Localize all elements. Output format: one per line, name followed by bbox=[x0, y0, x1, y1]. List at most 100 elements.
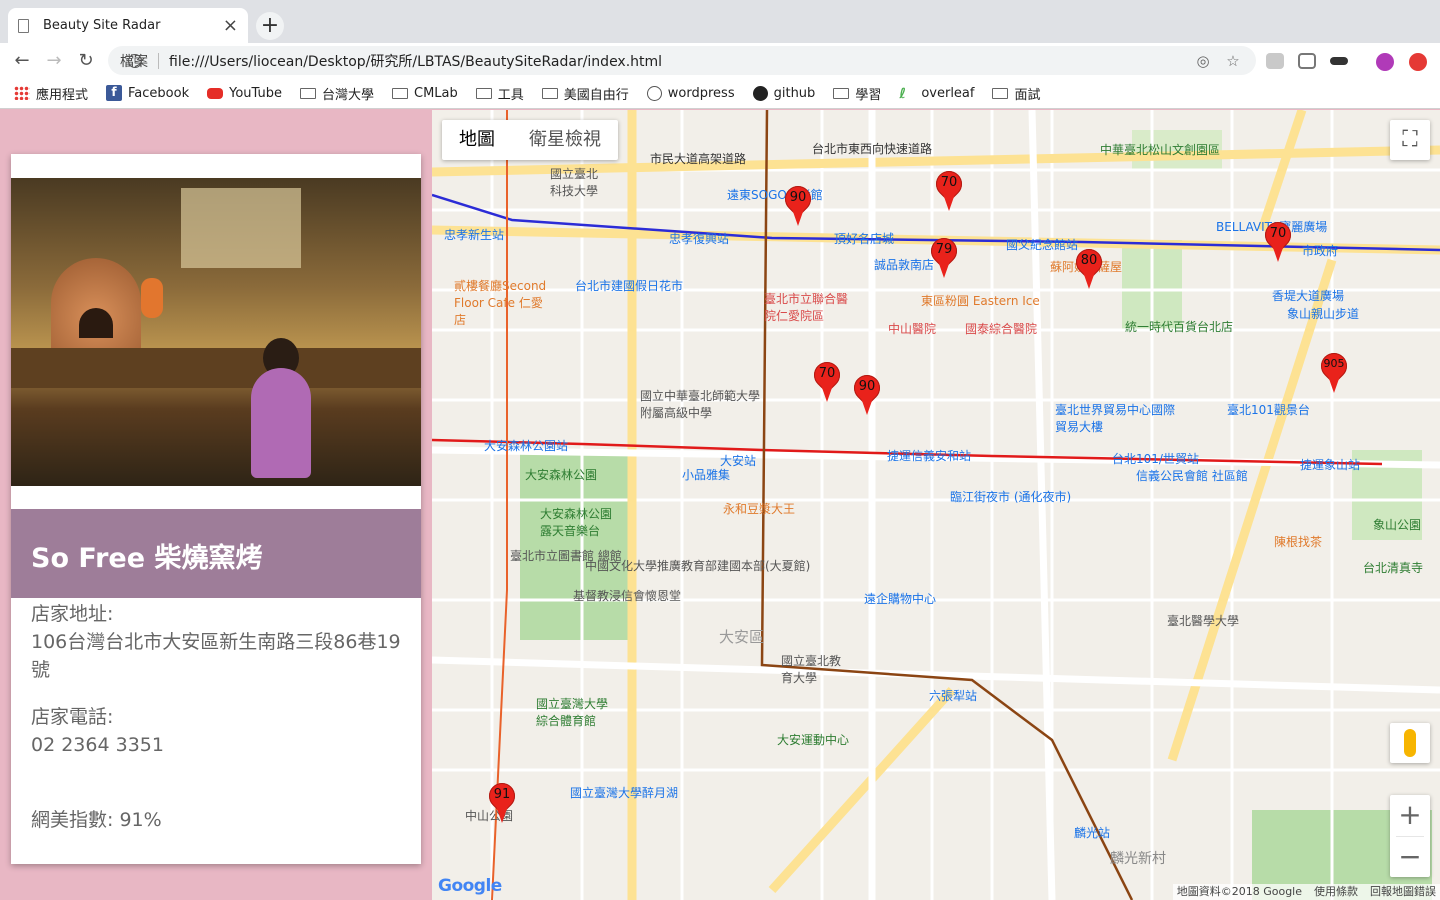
shop-photo bbox=[11, 178, 421, 486]
reload-button[interactable]: ↻ bbox=[70, 50, 102, 71]
map-label-station: 國父紀念館站 bbox=[1006, 238, 1079, 252]
map-label-place: 中華臺北松山文創園區 bbox=[1100, 143, 1221, 157]
facebook-icon: f bbox=[106, 85, 123, 101]
beauty-marker[interactable]: 90 bbox=[779, 180, 817, 226]
map-label-place: 永和豆漿大王 bbox=[723, 502, 796, 516]
address-bar[interactable]: i 檔案 file:///Users/liocean/Desktop/研究所/L… bbox=[108, 46, 1256, 75]
zoom-in-button[interactable]: + bbox=[1390, 795, 1430, 836]
map-label-station: 捷運象山站 bbox=[1300, 458, 1361, 472]
map-label-place: 中國文化大學推廣教育部建國本部(大夏館) bbox=[585, 559, 811, 573]
url-text[interactable]: file:///Users/liocean/Desktop/研究所/LBTAS/… bbox=[169, 51, 1184, 71]
street-view-pegman[interactable] bbox=[1390, 723, 1430, 763]
google-logo: Google bbox=[438, 876, 502, 896]
extension-chat-icon[interactable] bbox=[1298, 53, 1316, 69]
beauty-marker[interactable]: 70 bbox=[930, 165, 968, 211]
folder-icon bbox=[833, 87, 850, 99]
terms-link[interactable]: 使用條款 bbox=[1314, 884, 1358, 900]
bookmark-github[interactable]: github bbox=[752, 85, 815, 101]
beauty-marker[interactable]: 70 bbox=[808, 356, 846, 402]
beauty-marker[interactable]: 70 bbox=[1259, 216, 1297, 262]
google-map[interactable]: 市民大道高架道路 台北市東西向快速道路 忠孝復興站 忠孝新生站 大安森林公園站 … bbox=[432, 110, 1440, 900]
update-icon[interactable] bbox=[1409, 53, 1427, 71]
map-label-station: 大安森林公園站 bbox=[484, 439, 569, 453]
bookmark-folder-interview[interactable]: 面試 bbox=[992, 84, 1041, 103]
map-label-place: 誠品敦南店 bbox=[874, 258, 935, 272]
map-label-station: 忠孝新生站 bbox=[444, 228, 505, 242]
map-type-roadmap-button[interactable]: 地圖 bbox=[442, 120, 512, 160]
profile-avatar[interactable] bbox=[1376, 53, 1394, 71]
shop-name-bar: So Free 柴燒窯烤 bbox=[11, 509, 421, 598]
map-label-station: 市政府 bbox=[1302, 244, 1339, 258]
map-label-place: 國立臺灣大學醉月湖 bbox=[570, 786, 679, 800]
close-tab-icon[interactable]: × bbox=[223, 15, 238, 36]
extension-cloud-icon[interactable] bbox=[1266, 53, 1284, 69]
bookmark-facebook[interactable]: f Facebook bbox=[106, 85, 189, 101]
map-label-place: 東區粉圓 Eastern Ice bbox=[921, 294, 1040, 308]
bookmark-folder-study[interactable]: 學習 bbox=[833, 84, 881, 103]
bookmark-star-icon[interactable]: ☆ bbox=[1222, 52, 1244, 70]
zoom-control: + − bbox=[1390, 795, 1430, 877]
map-label-place: 臺北101觀景台 bbox=[1227, 403, 1310, 417]
folder-icon bbox=[992, 87, 1009, 99]
github-icon bbox=[752, 85, 768, 101]
back-button[interactable]: ← bbox=[6, 50, 38, 71]
map-label-district: 大安區 bbox=[719, 628, 765, 646]
folder-icon bbox=[475, 87, 492, 99]
location-icon[interactable]: ◎ bbox=[1192, 52, 1214, 70]
beauty-marker[interactable]: 80 bbox=[1070, 243, 1108, 289]
address-label: 店家地址: bbox=[31, 603, 114, 625]
bookmark-wordpress[interactable]: wordpress bbox=[646, 85, 735, 101]
shop-name: So Free 柴燒窯烤 bbox=[31, 543, 263, 574]
map-label-place: 小品雅集 bbox=[682, 468, 731, 482]
map-type-control: 地圖 衛星檢視 bbox=[442, 120, 618, 160]
map-label-place: 國立臺北科技大學 bbox=[550, 167, 599, 198]
beauty-marker[interactable]: 79 bbox=[925, 232, 963, 278]
map-label-road: 台北市東西向快速道路 bbox=[812, 142, 933, 156]
map-label-station: 忠孝復興站 bbox=[669, 232, 730, 246]
shop-card: So Free 柴燒窯烤 店家地址: 106台灣台北市大安區新生南路三段86巷1… bbox=[11, 154, 421, 864]
folder-icon bbox=[299, 87, 316, 99]
map-label-station: 六張犁站 bbox=[929, 689, 978, 703]
fullscreen-button[interactable]: ⛶ bbox=[1390, 120, 1430, 160]
browser-tab[interactable]: Beauty Site Radar × bbox=[8, 8, 248, 43]
shop-address: 106台灣台北市大安區新生南路三段86巷19號 bbox=[31, 631, 401, 681]
map-type-satellite-button[interactable]: 衛星檢視 bbox=[512, 120, 618, 160]
map-label-place: 臺北世界貿易中心國際貿易大樓 bbox=[1055, 403, 1176, 434]
extension-mask-icon[interactable] bbox=[1330, 57, 1348, 65]
pegman-icon bbox=[1404, 729, 1416, 757]
wordpress-icon bbox=[646, 85, 662, 101]
beauty-marker[interactable]: 91 bbox=[483, 777, 521, 823]
new-tab-button[interactable]: + bbox=[256, 12, 284, 40]
map-label-place: 陳根找茶 bbox=[1274, 535, 1323, 549]
bookmark-folder-us-trip[interactable]: 美國自由行 bbox=[541, 84, 629, 103]
forward-button[interactable]: → bbox=[38, 50, 70, 71]
map-label-place: 信義公民會館 社區館 bbox=[1136, 469, 1248, 483]
apps-grid-icon bbox=[14, 86, 30, 100]
bookmarks-bar: 應用程式 f Facebook YouTube 台灣大學 CMLab 工具 美國自… bbox=[0, 78, 1440, 109]
map-label-place: 大安運動中心 bbox=[777, 733, 850, 747]
bookmark-overleaf[interactable]: ℓ overleaf bbox=[899, 86, 974, 103]
beauty-marker[interactable]: 90 bbox=[848, 369, 886, 415]
map-label-place: 遠企購物中心 bbox=[864, 592, 937, 606]
info-icon[interactable]: i bbox=[128, 53, 142, 68]
zoom-out-button[interactable]: − bbox=[1390, 837, 1430, 878]
map-label-place: 臨江街夜市 (通化夜市) bbox=[950, 490, 1072, 504]
bookmark-folder-tools[interactable]: 工具 bbox=[475, 84, 524, 103]
map-label-place: 貳樓餐廳Second Floor Cafe 仁愛店 bbox=[454, 279, 547, 327]
map-label-road: 市民大道高架道路 bbox=[650, 152, 747, 166]
beauty-index: 網美指數: 91% bbox=[31, 809, 162, 831]
bookmark-folder-ntu[interactable]: 台灣大學 bbox=[299, 84, 374, 103]
overleaf-icon: ℓ bbox=[899, 86, 906, 102]
beauty-marker[interactable]: 905 bbox=[1315, 347, 1353, 393]
map-label-place: 國泰綜合醫院 bbox=[965, 322, 1038, 336]
bookmark-youtube[interactable]: YouTube bbox=[207, 86, 282, 101]
map-footer: 地圖資料©2018 Google 使用條款 回報地圖錯誤 bbox=[1172, 884, 1440, 900]
bookmark-folder-cmlab[interactable]: CMLab bbox=[392, 86, 458, 101]
browser-toolbar: ← → ↻ i 檔案 file:///Users/liocean/Desktop… bbox=[0, 43, 1440, 78]
folder-icon bbox=[541, 87, 558, 99]
map-label-place: 象山公園 bbox=[1373, 518, 1422, 532]
map-label-place: 象山親山步道 bbox=[1287, 307, 1360, 321]
map-label-place: 統一時代百貨台北店 bbox=[1125, 320, 1234, 334]
bookmark-apps[interactable]: 應用程式 bbox=[14, 84, 88, 103]
report-map-error-link[interactable]: 回報地圖錯誤 bbox=[1370, 884, 1436, 900]
